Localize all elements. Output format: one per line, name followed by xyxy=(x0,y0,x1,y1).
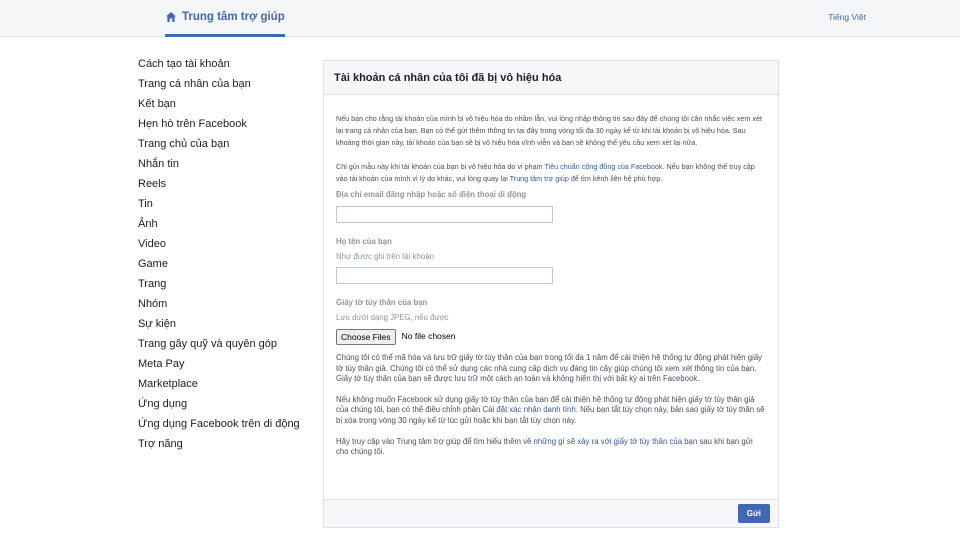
home-icon xyxy=(166,11,176,22)
form-footer: Gửi xyxy=(324,499,778,527)
notice-text: Chỉ gửi mẫu này khi tài khoản của bạn bị… xyxy=(336,161,766,185)
community-standards-link[interactable]: Tiêu chuẩn cộng đồng của Facebook xyxy=(544,162,662,171)
name-field-label: Họ tên của bạn xyxy=(336,236,392,246)
id-optout-text: Nếu không muốn Facebook sử dụng giấy tờ … xyxy=(336,395,766,427)
notice-text-part: để tìm kênh liên hệ phù hợp. xyxy=(568,174,663,184)
submit-button[interactable]: Gửi xyxy=(737,504,770,523)
intro-text: Nếu bạn cho rằng tài khoản của mình bị v… xyxy=(336,114,762,147)
id-storage-text: Chúng tôi có thể mã hóa và lưu trữ giấy … xyxy=(336,352,763,384)
choose-files-button[interactable]: Choose Files xyxy=(336,328,396,345)
id-field-label: Giấy tờ tùy thân của bạn xyxy=(336,298,428,308)
help-center-title: Trung tâm trợ giúp xyxy=(182,10,285,23)
id-field-hint: Lưu dưới dạng JPEG, nếu được xyxy=(336,313,449,323)
sidebar-item-dating[interactable]: Hẹn hò trên Facebook xyxy=(138,118,308,131)
form-body: Nếu bạn cho rằng tài khoản của mình bị v… xyxy=(324,95,778,458)
help-topics-sidebar: Cách tạo tài khoản Trang cá nhân của bạn… xyxy=(138,58,308,458)
identity-confirmation-settings-link[interactable]: Cài đặt xác nhận danh tính xyxy=(483,405,576,414)
sidebar-item-events[interactable]: Sự kiện xyxy=(138,318,308,331)
sidebar-item-reels[interactable]: Reels xyxy=(138,178,308,191)
learn-more-text: Hãy truy cập vào Trung tâm trợ giúp để t… xyxy=(336,437,766,458)
name-field-hint: Như được ghi trên tài khoản xyxy=(336,251,434,261)
name-field[interactable] xyxy=(336,267,553,285)
help-center-link[interactable]: Trung tâm trợ giúp xyxy=(510,174,569,183)
form-title: Tài khoản cá nhân của tôi đã bị vô hiệu … xyxy=(324,61,778,95)
sidebar-item-marketplace[interactable]: Marketplace xyxy=(138,378,308,391)
notice-text-part: Chỉ gửi mẫu này khi tài khoản của bạn bị… xyxy=(336,162,545,172)
sidebar-item-pages[interactable]: Trang xyxy=(138,278,308,291)
sidebar-item-stories[interactable]: Tin xyxy=(138,198,308,211)
sidebar-item-create-account[interactable]: Cách tạo tài khoản xyxy=(138,58,308,71)
sidebar-item-games[interactable]: Game xyxy=(138,258,308,271)
email-field-label: Địa chỉ email đăng nhập hoặc số điện tho… xyxy=(336,189,527,199)
sidebar-item-accessibility[interactable]: Trợ năng xyxy=(138,438,308,451)
sidebar-item-home[interactable]: Trang chủ của bạn xyxy=(138,138,308,151)
learn-text-part: Hãy truy cập vào Trung tâm trợ giúp để t… xyxy=(336,436,534,446)
id-usage-link[interactable]: những gì sẽ xảy ra với giấy tờ tùy thân … xyxy=(534,437,698,446)
sidebar-item-mobile-apps[interactable]: Ứng dụng Facebook trên di động xyxy=(138,418,308,431)
sidebar-item-video[interactable]: Video xyxy=(138,238,308,251)
email-field[interactable] xyxy=(336,205,553,223)
language-selector[interactable]: Tiếng Việt xyxy=(828,12,866,22)
file-status: No file chosen xyxy=(401,331,456,342)
sidebar-item-friends[interactable]: Kết bạn xyxy=(138,98,308,111)
sidebar-item-groups[interactable]: Nhóm xyxy=(138,298,308,311)
sidebar-item-fundraisers[interactable]: Trang gây quỹ và quyên góp xyxy=(138,338,308,351)
disabled-account-form: Tài khoản cá nhân của tôi đã bị vô hiệu … xyxy=(323,60,779,528)
sidebar-item-messaging[interactable]: Nhắn tin xyxy=(138,158,308,171)
sidebar-item-apps[interactable]: Ứng dụng xyxy=(138,398,308,411)
sidebar-item-photos[interactable]: Ảnh xyxy=(138,218,308,231)
top-bar: Trung tâm trợ giúp Tiếng Việt xyxy=(0,0,960,37)
sidebar-item-meta-pay[interactable]: Meta Pay xyxy=(138,358,308,371)
help-center-home-link[interactable]: Trung tâm trợ giúp xyxy=(165,0,285,37)
file-upload: Choose Files No file chosen xyxy=(336,328,766,345)
sidebar-item-profile[interactable]: Trang cá nhân của bạn xyxy=(138,78,308,91)
